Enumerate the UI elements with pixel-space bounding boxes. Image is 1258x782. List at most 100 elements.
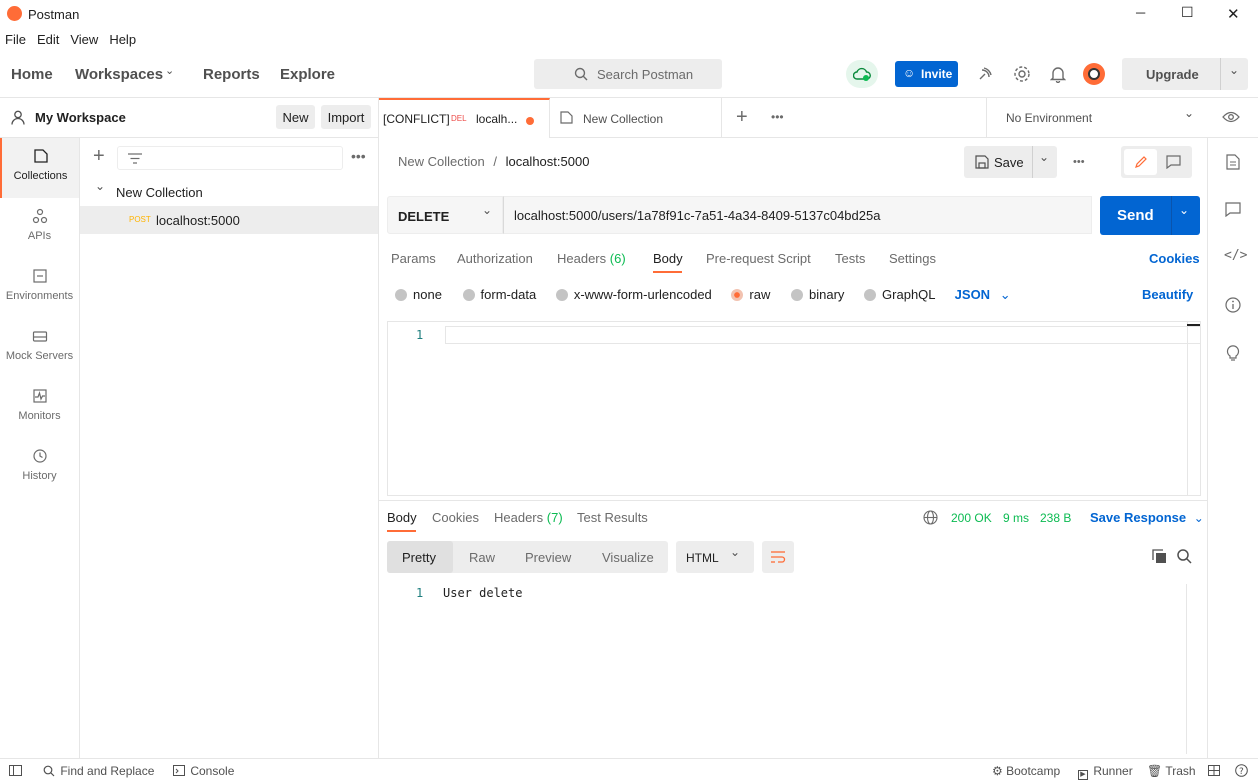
minimize-button[interactable]: ─ bbox=[1136, 5, 1145, 20]
search-box[interactable]: Search Postman bbox=[534, 59, 722, 89]
edit-mode-button[interactable] bbox=[1124, 149, 1157, 175]
sidebar-item-environments[interactable]: Environments bbox=[0, 258, 79, 318]
view-preview-button[interactable]: Preview bbox=[525, 550, 571, 565]
search-icon[interactable] bbox=[1177, 549, 1192, 564]
lightbulb-icon[interactable] bbox=[1225, 344, 1241, 361]
response-tab-body[interactable]: Body bbox=[387, 510, 417, 525]
menu-edit[interactable]: Edit bbox=[31, 28, 64, 47]
editor-scrollbar[interactable] bbox=[1187, 322, 1201, 495]
trash-button[interactable]: 🗑 Trash bbox=[1147, 764, 1196, 778]
collection-item[interactable]: ⌄ New Collection bbox=[80, 179, 378, 204]
filter-input[interactable] bbox=[117, 146, 343, 170]
help-icon[interactable]: ? bbox=[1235, 764, 1248, 777]
tab-conflict-request[interactable]: [CONFLICT] DEL localh... bbox=[379, 98, 550, 138]
pane-divider[interactable] bbox=[379, 500, 1207, 501]
save-options-chevron-icon[interactable]: ⌄ bbox=[1039, 150, 1049, 164]
response-scrollbar[interactable] bbox=[1186, 584, 1200, 754]
new-button[interactable]: New bbox=[276, 105, 315, 129]
wrap-lines-button[interactable] bbox=[762, 541, 794, 573]
tab-new-collection[interactable]: New Collection bbox=[550, 98, 722, 138]
menu-help[interactable]: Help bbox=[103, 28, 141, 47]
menu-view[interactable]: View bbox=[64, 28, 103, 47]
send-options-chevron-icon[interactable]: ⌄ bbox=[1179, 203, 1189, 217]
notifications-bell-icon[interactable] bbox=[1050, 65, 1066, 83]
code-snippet-icon[interactable]: </> bbox=[1224, 248, 1247, 263]
globe-icon[interactable] bbox=[923, 510, 938, 525]
radio-none[interactable]: none bbox=[395, 287, 442, 302]
tab-settings[interactable]: Settings bbox=[889, 251, 936, 266]
upgrade-button[interactable]: Upgrade ⌄ bbox=[1122, 58, 1248, 90]
import-button[interactable]: Import bbox=[321, 105, 371, 129]
nav-explore[interactable]: Explore bbox=[280, 66, 335, 83]
cookies-link[interactable]: Cookies bbox=[1149, 251, 1200, 266]
workspaces-chevron-down-icon[interactable]: ⌄ bbox=[165, 64, 174, 77]
send-button[interactable]: Send ⌄ bbox=[1100, 196, 1200, 235]
find-and-replace-button[interactable]: Find and Replace bbox=[43, 764, 154, 778]
more-options-icon[interactable]: ••• bbox=[351, 148, 366, 164]
satellite-icon[interactable] bbox=[977, 66, 993, 82]
close-window-button[interactable]: ✕ bbox=[1227, 5, 1240, 23]
radio-binary[interactable]: binary bbox=[791, 287, 844, 302]
url-input[interactable]: localhost:5000/users/1a78f91c-7a51-4a34-… bbox=[503, 196, 1092, 234]
raw-format-dropdown[interactable]: JSON ⌄ bbox=[955, 287, 1011, 302]
documentation-icon[interactable] bbox=[1226, 154, 1240, 170]
sidebar-item-mock-servers[interactable]: Mock Servers bbox=[0, 318, 79, 378]
tab-params[interactable]: Params bbox=[391, 251, 436, 266]
radio-raw[interactable]: raw bbox=[731, 287, 770, 302]
tabs-more-icon[interactable]: ••• bbox=[771, 110, 784, 124]
nav-reports[interactable]: Reports bbox=[203, 66, 260, 83]
request-item[interactable]: POST localhost:5000 bbox=[80, 206, 378, 234]
sidebar-item-monitors[interactable]: Monitors bbox=[0, 378, 79, 438]
body-editor[interactable]: 1 bbox=[387, 321, 1201, 496]
invite-button[interactable]: ☺ Invite bbox=[895, 61, 958, 87]
info-icon[interactable] bbox=[1225, 297, 1241, 313]
tab-headers[interactable]: Headers (6) bbox=[557, 251, 626, 266]
view-raw-button[interactable]: Raw bbox=[469, 550, 495, 565]
settings-gear-icon[interactable] bbox=[1013, 65, 1031, 83]
radio-form-data[interactable]: form-data bbox=[462, 287, 536, 302]
view-visualize-button[interactable]: Visualize bbox=[602, 550, 654, 565]
response-time[interactable]: 9 ms bbox=[1003, 511, 1029, 525]
maximize-button[interactable]: ☐ bbox=[1181, 4, 1194, 21]
bootcamp-button[interactable]: ⚙ Bootcamp bbox=[992, 764, 1060, 778]
view-pretty-button[interactable]: Pretty bbox=[387, 541, 453, 573]
tab-authorization[interactable]: Authorization bbox=[457, 251, 533, 266]
response-size[interactable]: 238 B bbox=[1040, 511, 1071, 525]
menu-file[interactable]: File bbox=[0, 28, 31, 47]
chevron-down-icon[interactable]: ⌄ bbox=[95, 179, 105, 193]
nav-home[interactable]: Home bbox=[11, 66, 53, 83]
breadcrumb-request[interactable]: localhost:5000 bbox=[506, 154, 590, 169]
create-collection-plus-icon[interactable]: + bbox=[93, 146, 105, 166]
request-more-options-icon[interactable]: ••• bbox=[1073, 156, 1085, 168]
comments-icon[interactable] bbox=[1225, 202, 1241, 217]
environment-quick-look-eye-icon[interactable] bbox=[1222, 111, 1240, 123]
save-button[interactable]: Save bbox=[964, 146, 1032, 178]
method-selector[interactable]: DELETE ⌄ bbox=[387, 196, 503, 234]
two-pane-view-icon[interactable] bbox=[1208, 765, 1220, 776]
radio-graphql[interactable]: GraphQL bbox=[864, 287, 935, 302]
environment-selector[interactable]: No Environment ⌄ bbox=[986, 98, 1203, 138]
tab-body[interactable]: Body bbox=[653, 251, 683, 266]
new-tab-plus-icon[interactable]: + bbox=[736, 106, 748, 129]
upgrade-chevron-down-icon[interactable]: ⌄ bbox=[1229, 63, 1239, 77]
avatar[interactable] bbox=[1083, 63, 1105, 85]
toggle-sidebar-icon[interactable] bbox=[9, 765, 22, 776]
copy-icon[interactable] bbox=[1152, 549, 1167, 564]
runner-button[interactable]: ▶ Runner bbox=[1078, 764, 1133, 780]
breadcrumb-collection[interactable]: New Collection bbox=[398, 154, 485, 169]
response-status[interactable]: 200 OK bbox=[951, 511, 992, 525]
nav-workspaces[interactable]: Workspaces bbox=[75, 66, 163, 83]
console-button[interactable]: Console bbox=[173, 764, 234, 778]
comment-mode-icon[interactable] bbox=[1166, 155, 1181, 169]
response-tab-headers[interactable]: Headers (7) bbox=[494, 510, 563, 525]
sidebar-item-collections[interactable]: Collections bbox=[0, 138, 79, 198]
tab-tests[interactable]: Tests bbox=[835, 251, 865, 266]
save-response-button[interactable]: Save Response ⌄ bbox=[1090, 510, 1204, 525]
sidebar-item-history[interactable]: History bbox=[0, 438, 79, 498]
sidebar-item-apis[interactable]: APIs bbox=[0, 198, 79, 258]
response-format-dropdown[interactable]: HTML ⌄ bbox=[676, 541, 754, 573]
sync-cloud-icon[interactable] bbox=[846, 60, 878, 88]
radio-urlencoded[interactable]: x-www-form-urlencoded bbox=[555, 287, 712, 302]
workspace-name[interactable]: My Workspace bbox=[35, 110, 126, 125]
response-tab-test-results[interactable]: Test Results bbox=[577, 510, 648, 525]
